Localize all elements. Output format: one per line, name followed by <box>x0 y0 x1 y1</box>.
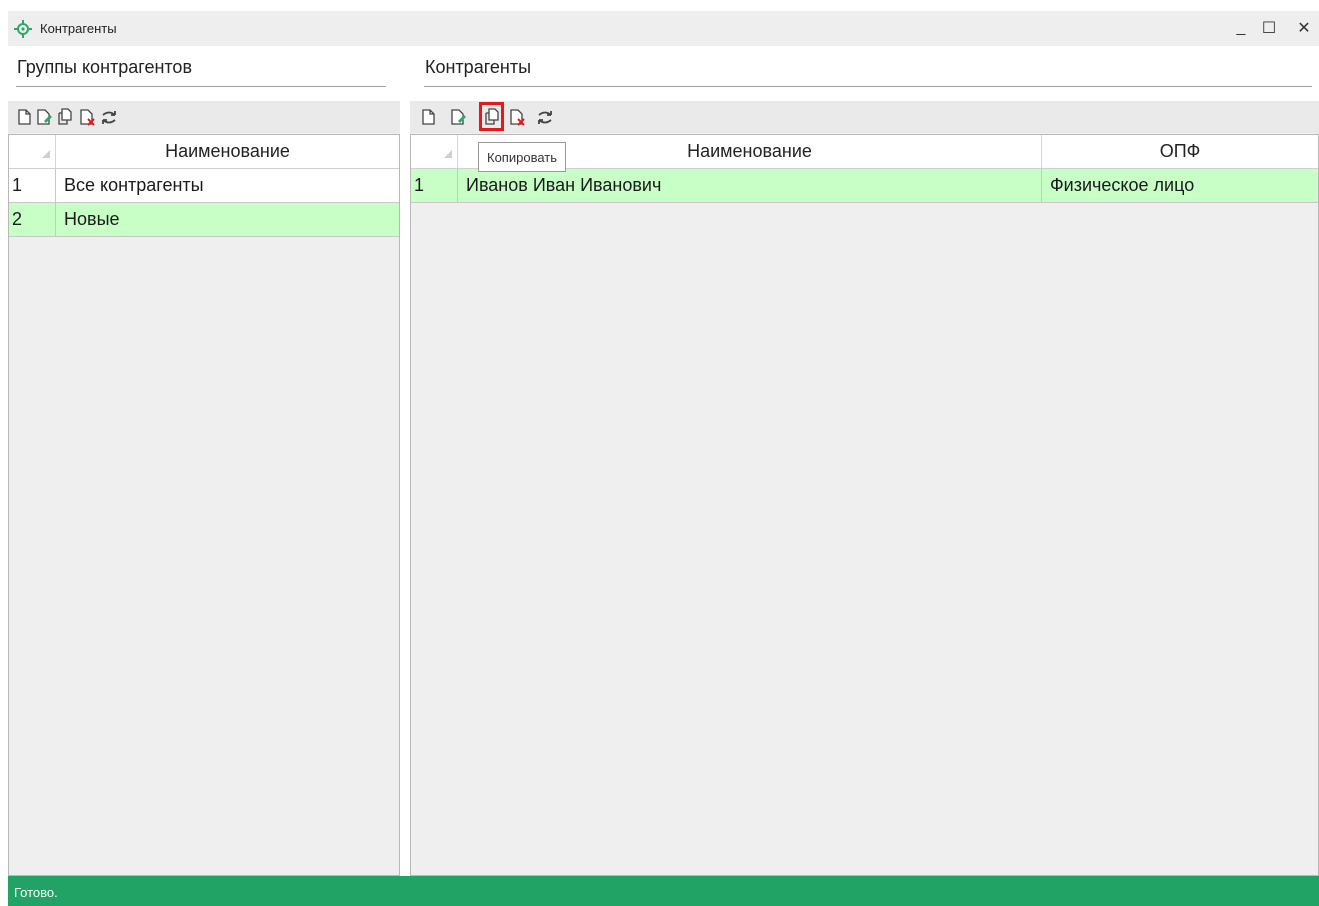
counterparties-toolbar <box>410 101 1319 133</box>
groups-toolbar <box>8 101 400 133</box>
counterparties-grid: Наименование ОПФ 1 Иванов Иван Иванович … <box>410 134 1319 876</box>
panel-splitter[interactable] <box>400 46 410 876</box>
groups-grid: Наименование 1 Все контрагенты 2 Новые <box>8 134 400 876</box>
groups-panel: Группы контрагентов Наименование 1 Все к… <box>8 46 400 876</box>
new-icon[interactable] <box>420 107 438 127</box>
status-text: Готово. <box>14 885 58 900</box>
edit-icon[interactable] <box>35 107 53 127</box>
table-row[interactable]: 1 Иванов Иван Иванович Физическое лицо <box>411 169 1318 203</box>
select-all-corner[interactable] <box>9 135 56 168</box>
group-name-cell[interactable]: Новые <box>56 203 120 236</box>
row-number: 1 <box>9 169 56 202</box>
opf-cell[interactable]: Физическое лицо <box>1042 169 1194 202</box>
counterparties-title: Контрагенты <box>425 57 532 77</box>
copy-icon[interactable] <box>483 107 501 127</box>
table-row[interactable]: 2 Новые <box>9 203 399 237</box>
column-header-opf[interactable]: ОПФ <box>1042 135 1318 168</box>
groups-title: Группы контрагентов <box>17 57 193 77</box>
copy-icon[interactable] <box>56 107 74 127</box>
counterparty-name-cell[interactable]: Иванов Иван Иванович <box>458 169 1042 202</box>
edit-icon[interactable] <box>449 107 467 127</box>
divider <box>424 86 1312 87</box>
divider <box>16 86 386 87</box>
group-name-cell[interactable]: Все контрагенты <box>56 169 204 202</box>
counterparties-header: Контрагенты <box>410 46 1319 101</box>
column-header-name[interactable]: Наименование <box>56 135 399 168</box>
title-bar: Контрагенты _ ☐ ✕ <box>8 11 1319 46</box>
select-all-corner[interactable] <box>411 135 458 168</box>
window-title: Контрагенты <box>40 21 117 36</box>
table-row[interactable]: 1 Все контрагенты <box>9 169 399 203</box>
grid-header: Наименование <box>9 135 399 169</box>
delete-icon[interactable] <box>78 107 96 127</box>
copy-tooltip: Копировать <box>478 142 566 172</box>
close-button[interactable]: ✕ <box>1289 15 1319 41</box>
refresh-icon[interactable] <box>536 107 554 127</box>
minimize-button[interactable]: _ <box>1226 15 1256 41</box>
row-number: 2 <box>9 203 56 236</box>
refresh-icon[interactable] <box>100 107 118 127</box>
counterparties-window: Контрагенты _ ☐ ✕ Группы контрагентов На… <box>0 0 1319 906</box>
row-number: 1 <box>411 169 458 202</box>
counterparty-crosshair-icon <box>13 19 33 39</box>
status-bar: Готово. <box>8 876 1319 906</box>
delete-icon[interactable] <box>508 107 526 127</box>
maximize-button[interactable]: ☐ <box>1254 15 1284 41</box>
new-icon[interactable] <box>16 107 34 127</box>
groups-header: Группы контрагентов <box>8 46 400 101</box>
